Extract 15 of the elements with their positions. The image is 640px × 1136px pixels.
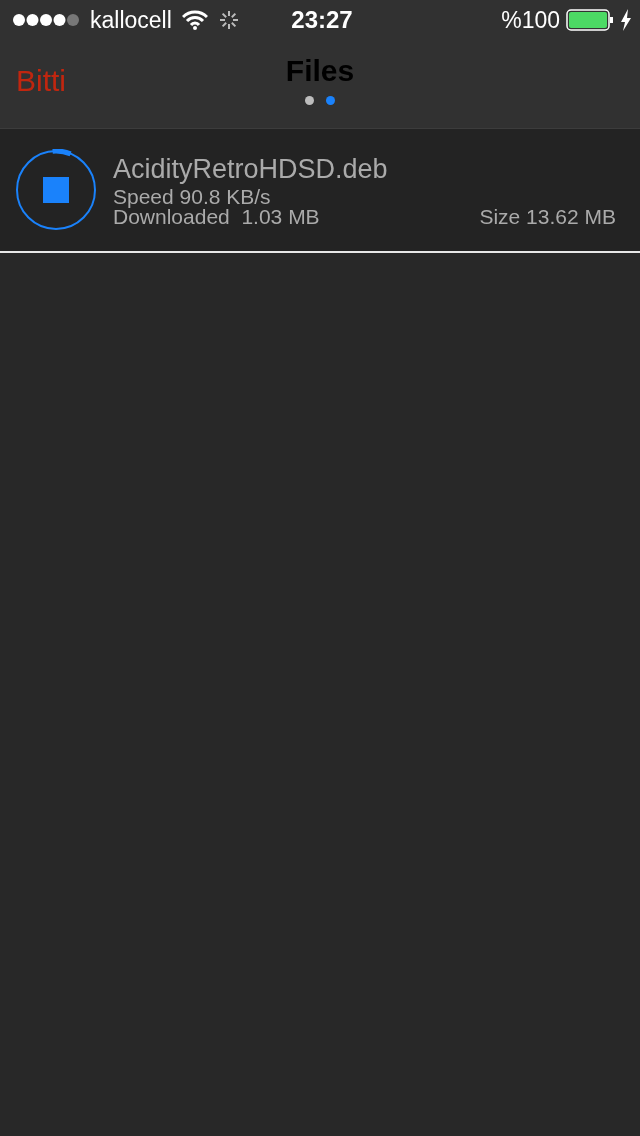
file-size: Size 13.62 MB (479, 206, 616, 227)
wifi-icon (181, 10, 208, 30)
file-name: AcidityRetroHDSD.deb (113, 153, 389, 184)
charging-bolt-icon (620, 9, 632, 31)
signal-icon (12, 13, 80, 27)
stop-download-button[interactable] (15, 149, 97, 231)
download-speed: Speed 90.8 KB/s (113, 186, 272, 207)
done-button[interactable]: Bitti (16, 64, 66, 98)
battery-icon (566, 9, 614, 31)
page-indicator-dot[interactable] (326, 96, 335, 105)
clock-time: 23:27 (291, 6, 353, 34)
battery-percentage: %100 (501, 6, 560, 34)
activity-spinner-icon (217, 9, 240, 31)
page-indicator-dot[interactable] (305, 96, 314, 105)
carrier-name: kallocell (90, 6, 172, 34)
